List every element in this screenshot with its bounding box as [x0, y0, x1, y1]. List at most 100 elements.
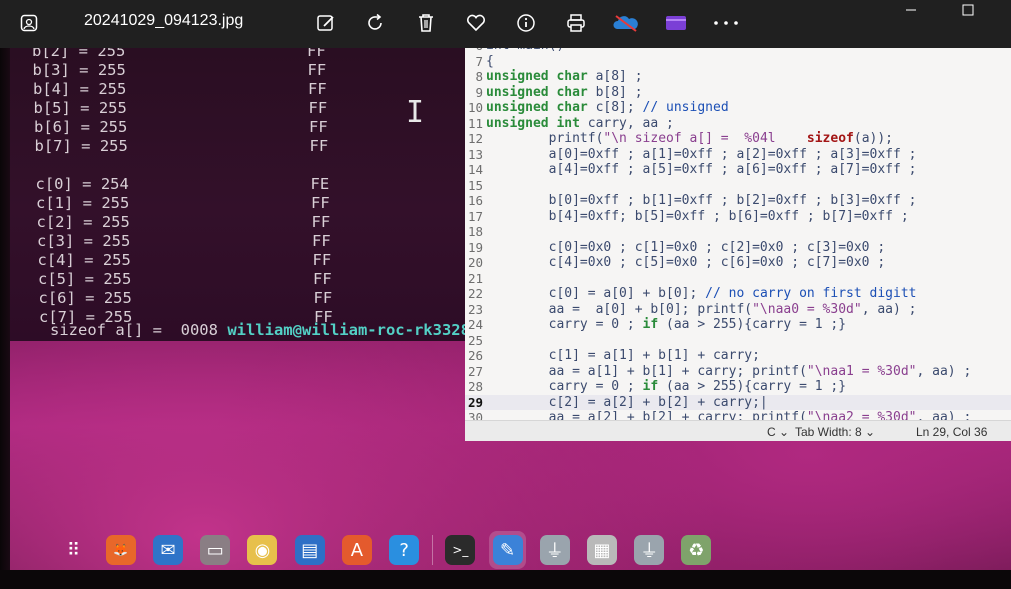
- dock-item-show-apps[interactable]: ⠿: [55, 531, 92, 569]
- info-icon[interactable]: [511, 8, 541, 38]
- rhythmbox-icon: ◉: [247, 535, 278, 565]
- code-token: , aa) ;: [916, 410, 972, 420]
- line-number: 25: [467, 332, 483, 348]
- dock-item-usb-drive-1[interactable]: ⏚: [536, 531, 573, 569]
- dock-item-rhythmbox[interactable]: ◉: [244, 531, 281, 569]
- code-line[interactable]: 16 b[0]=0xff ; b[1]=0xff ; b[2]=0xff ; b…: [465, 193, 1011, 209]
- code-token: // unsigned: [642, 100, 729, 115]
- code-line[interactable]: 28 carry = 0 ; if (aa > 255){carry = 1 ;…: [465, 379, 1011, 395]
- code-line[interactable]: 15: [465, 178, 1011, 194]
- dock-item-usb-drive-2[interactable]: ⏚: [631, 531, 668, 569]
- line-number: 24: [467, 317, 483, 332]
- onedrive-icon[interactable]: [611, 8, 641, 38]
- code-line[interactable]: 10 unsigned char c[8]; // unsigned: [465, 100, 1011, 116]
- terminal-line-hex: FF: [312, 232, 331, 250]
- clipchamp-icon[interactable]: [661, 8, 691, 38]
- code-line[interactable]: 29 c[2] = a[2] + b[2] + carry;|: [465, 394, 1011, 410]
- line-number: 12: [467, 131, 483, 146]
- code-line[interactable]: 17 b[4]=0xff; b[5]=0xff ; b[6]=0xff ; b[…: [465, 209, 1011, 225]
- code-text: carry = 0 ; if (aa > 255){carry = 1 ;}: [486, 379, 846, 395]
- print-icon[interactable]: [561, 8, 591, 38]
- tab-width-selector[interactable]: Tab Width: 8 ⌄: [795, 425, 875, 439]
- terminal-window[interactable]: b[2] = 255 FF b[3] = 255 FF b[4] = 255 FF b[5]…: [10, 48, 470, 341]
- photo-canvas: b[2] = 255 FF b[3] = 255 FF b[4] = 255 FF b[5]…: [0, 48, 1011, 589]
- tab-width-label: Tab Width: 8: [795, 425, 862, 439]
- terminal-prompt-user: william@william-roc-rk3328: [227, 321, 470, 339]
- code-text: b[0]=0xff ; b[1]=0xff ; b[2]=0xff ; b[3]…: [486, 193, 917, 209]
- code-line[interactable]: 27 aa = a[1] + b[1] + carry; printf("\na…: [465, 364, 1011, 380]
- line-number: 11: [467, 115, 483, 131]
- dock-item-trash[interactable]: ♻: [678, 531, 715, 569]
- dock-item-help[interactable]: ?: [386, 531, 423, 569]
- line-number: 28: [467, 379, 483, 394]
- code-line[interactable]: 14 a[4]=0xff ; a[5]=0xff ; a[6]=0xff ; a…: [465, 162, 1011, 178]
- cursor-position[interactable]: Ln 29, Col 36: [916, 425, 987, 439]
- code-token: c[0]=0x0 ; c[1]=0x0 ; c[2]=0x0 ; c[3]=0x…: [486, 239, 886, 255]
- terminal-line-hex: FF: [307, 48, 326, 60]
- line-number: 9: [475, 84, 483, 100]
- code-token: carry, aa ;: [579, 115, 674, 131]
- gallery-icon[interactable]: [14, 8, 44, 38]
- code-line[interactable]: 26 c[1] = a[1] + b[1] + carry;: [465, 348, 1011, 364]
- terminal-output-sizeof: sizeof a[] = 0008: [50, 321, 228, 339]
- maximize-icon[interactable]: [946, 0, 990, 20]
- code-text: c[0] = a[0] + b[0]; // no carry on first…: [486, 286, 917, 302]
- code-line[interactable]: 20 c[4]=0x0 ; c[5]=0x0 ; c[6]=0x0 ; c[7]…: [465, 255, 1011, 271]
- line-number: 18: [467, 224, 483, 239]
- terminal-line-value: c[1] = 255: [36, 194, 130, 212]
- more-options-icon[interactable]: [711, 8, 741, 38]
- text-editor-window[interactable]: 6int main()7{8unsigned char a[8] ;9unsig…: [465, 48, 1011, 441]
- code-line[interactable]: 22 c[0] = a[0] + b[0]; // no carry on fi…: [465, 286, 1011, 302]
- terminal-line-hex: FF: [311, 213, 331, 231]
- code-token: unsigned char: [486, 84, 588, 100]
- terminal-line-value: b[6] = 255: [34, 118, 128, 136]
- minimize-icon[interactable]: [889, 0, 933, 20]
- code-line[interactable]: 7{: [465, 54, 1011, 70]
- monitor-bezel: [0, 48, 10, 589]
- terminal-line-hex: FF: [308, 99, 328, 117]
- delete-icon[interactable]: [411, 8, 441, 38]
- terminal-line-hex: FF: [307, 61, 327, 79]
- dock-item-sd-card[interactable]: ▦: [583, 531, 620, 569]
- code-line[interactable]: 25: [465, 333, 1011, 349]
- code-token: "\n sizeof a[] = %04l: [603, 131, 776, 146]
- code-area[interactable]: 6int main()7{8unsigned char a[8] ;9unsig…: [465, 48, 1011, 420]
- code-text: aa = a[1] + b[1] + carry; printf("\naa1 …: [486, 364, 972, 380]
- code-text: carry = 0 ; if (aa > 255){carry = 1 ;}: [486, 317, 846, 333]
- terminal-line-hex: FF: [309, 137, 329, 155]
- terminal-line-hex: FF: [312, 251, 332, 269]
- code-text: aa = a[0] + b[0]; printf("\naa0 = %30d",…: [486, 302, 917, 318]
- favorite-icon[interactable]: [461, 8, 491, 38]
- dock-item-text-editor[interactable]: ✎: [488, 531, 527, 569]
- line-number: 16: [467, 193, 483, 208]
- code-line[interactable]: 18: [465, 224, 1011, 240]
- dock-item-files[interactable]: ▭: [197, 531, 234, 569]
- dock-separator: [431, 535, 433, 565]
- code-line[interactable]: 11 unsigned int carry, aa ;: [465, 116, 1011, 132]
- code-line[interactable]: 13 a[0]=0xff ; a[1]=0xff ; a[2]=0xff ; a…: [465, 147, 1011, 163]
- edit-image-icon[interactable]: [311, 8, 341, 38]
- code-line[interactable]: 8 unsigned char a[8] ;: [465, 69, 1011, 85]
- code-line[interactable]: 9 unsigned char b[8] ;: [465, 85, 1011, 101]
- line-number: 30: [467, 410, 483, 420]
- language-label: C: [767, 425, 776, 439]
- code-line[interactable]: 19 c[0]=0x0 ; c[1]=0x0 ; c[2]=0x0 ; c[3]…: [465, 240, 1011, 256]
- language-selector[interactable]: C ⌄: [767, 425, 789, 439]
- dock-item-terminal[interactable]: >_: [442, 531, 479, 569]
- dock-item-app-center[interactable]: A: [338, 531, 375, 569]
- terminal-line-value: b[5] = 255: [33, 99, 127, 117]
- writer-icon: ▤: [294, 535, 325, 565]
- rotate-icon[interactable]: [361, 8, 391, 38]
- code-line[interactable]: 30 aa = a[2] + b[2] + carry; printf("\na…: [465, 410, 1011, 420]
- dock-item-writer[interactable]: ▤: [291, 531, 328, 569]
- dock-item-firefox[interactable]: 🦊: [102, 531, 139, 569]
- line-number: 7: [475, 53, 483, 69]
- code-line[interactable]: 12 printf("\n sizeof a[] = %04l sizeof(a…: [465, 131, 1011, 147]
- code-line[interactable]: 24 carry = 0 ; if (aa > 255){carry = 1 ;…: [465, 317, 1011, 333]
- code-line[interactable]: 23 aa = a[0] + b[0]; printf("\naa0 = %30…: [465, 302, 1011, 318]
- code-line[interactable]: 21: [465, 271, 1011, 287]
- terminal-line-value: c[4] = 255: [37, 251, 131, 269]
- trash-icon: ♻: [681, 535, 712, 565]
- line-number: 27: [467, 363, 483, 379]
- dock-item-thunderbird[interactable]: ✉: [149, 531, 186, 569]
